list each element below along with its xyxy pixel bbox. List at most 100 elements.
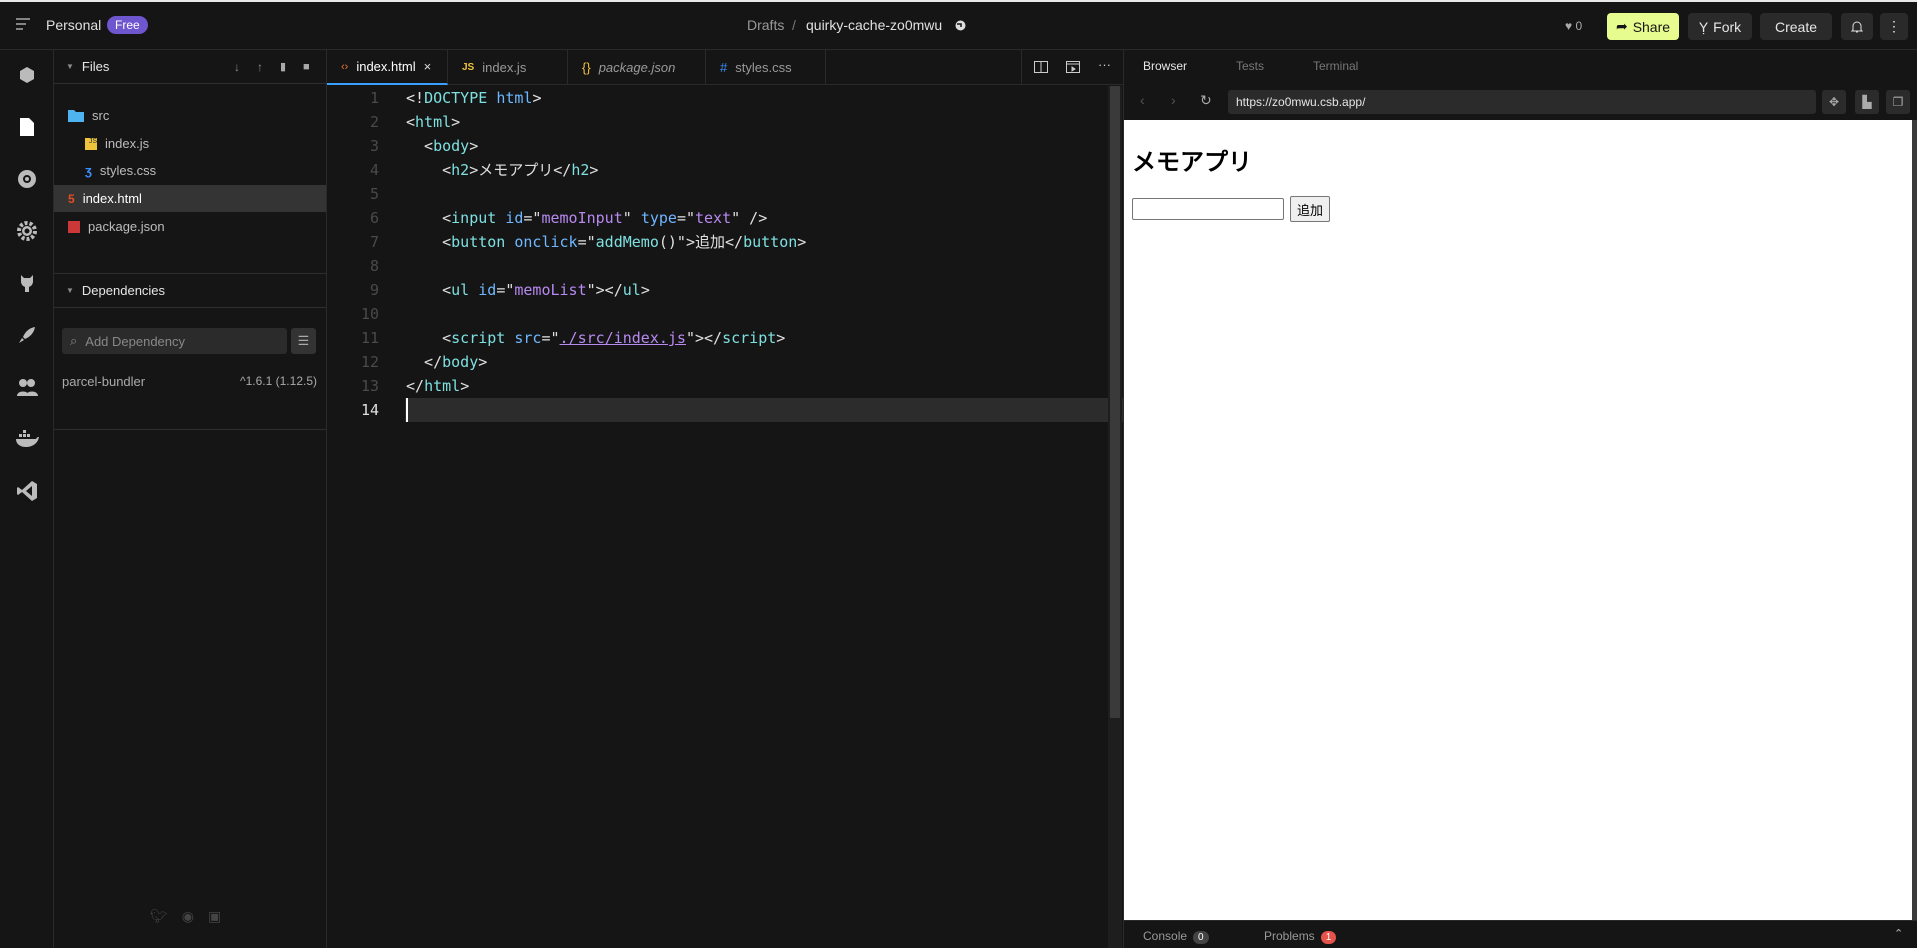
tab-terminal[interactable]: Terminal (1313, 59, 1358, 73)
text-cursor (406, 398, 408, 422)
tab-package-json[interactable]: {} package.json (568, 50, 706, 85)
search-icon[interactable] (14, 166, 40, 192)
editor-scrollbar[interactable] (1108, 86, 1122, 948)
collapse-icon: ▼ (66, 286, 74, 295)
code-line: <h2>メモアプリ</h2> (406, 161, 599, 179)
tab-tests[interactable]: Tests (1236, 59, 1264, 73)
tab-label: package.json (598, 60, 676, 75)
console-count: 0 (1193, 931, 1209, 944)
line-number: 6 (369, 209, 379, 227)
deploy-rocket-icon[interactable] (14, 322, 40, 348)
create-button[interactable]: Create (1760, 13, 1832, 40)
like-button[interactable]: ♥ 0 (1565, 19, 1582, 33)
breadcrumb-drafts[interactable]: Drafts (747, 17, 784, 33)
file-name: styles.css (99, 163, 157, 178)
share-label: Share (1632, 18, 1671, 35)
upload-icon[interactable]: ↑ (257, 60, 263, 74)
top-bar: Personal Free Drafts / quirky-cache-zo0m… (0, 2, 1917, 50)
problems-label: Problems (1264, 929, 1315, 943)
dependencies-section-header[interactable]: ▼ Dependencies (54, 274, 326, 308)
line-number: 4 (369, 161, 379, 179)
workspace-name[interactable]: Personal (46, 17, 101, 33)
file-name: index.js (105, 136, 150, 151)
collapse-icon: ▼ (66, 62, 74, 71)
css-file-icon: ʒ (85, 163, 92, 178)
heart-icon: ♥ (1565, 19, 1573, 33)
open-devtools-icon[interactable]: ▙ (1855, 90, 1879, 114)
console-label: Console (1143, 929, 1188, 943)
share-button[interactable]: ➦ Share (1607, 13, 1679, 40)
docker-icon[interactable] (14, 426, 40, 452)
file-index-html[interactable]: 5 index.html (54, 185, 326, 212)
discord-icon[interactable]: ▣ (208, 908, 221, 925)
tab-styles-css[interactable]: # styles.css (706, 50, 826, 85)
code-area[interactable]: 1 <!DOCTYPE html> 2 <html> 3 <body> 4 <h2>… (327, 86, 1123, 948)
refresh-icon[interactable]: ↻ (1200, 92, 1212, 109)
dependency-list-button[interactable]: ☰ (291, 328, 316, 354)
settings-gear-icon[interactable] (14, 218, 40, 244)
json-icon: {} (582, 60, 591, 75)
split-view-icon[interactable] (1034, 61, 1048, 76)
line-number: 5 (369, 185, 379, 203)
close-tab-icon[interactable]: × (424, 59, 432, 74)
tab-browser[interactable]: Browser (1143, 59, 1187, 73)
url-input[interactable]: https://zo0mwu.csb.app/ (1228, 90, 1816, 114)
sandbox-name[interactable]: quirky-cache-zo0mwu (806, 17, 942, 33)
npm-file-icon (68, 220, 80, 233)
file-explorer-icon[interactable] (14, 114, 40, 140)
code-line: <input id="memoInput" type="text" /> (406, 209, 768, 227)
new-folder-icon[interactable]: ■ (303, 61, 310, 73)
twitter-icon[interactable]: 🐦︎ (150, 908, 168, 925)
vscode-icon[interactable] (14, 478, 40, 504)
tab-label: index.js (482, 60, 527, 75)
code-line: </body> (406, 353, 488, 371)
file-name: index.html (82, 191, 142, 206)
line-number: 9 (369, 281, 379, 299)
preview-icon[interactable] (1066, 61, 1080, 76)
file-package-json[interactable]: package.json (54, 213, 326, 240)
activity-bar (0, 50, 54, 948)
console-tab[interactable]: Console 0 (1143, 929, 1209, 944)
github-icon[interactable] (14, 270, 40, 296)
dependency-item[interactable]: parcel-bundler ^1.6.1 (1.12.5) (62, 374, 317, 389)
forward-icon[interactable]: › (1171, 92, 1176, 108)
file-styles-css[interactable]: ʒ styles.css (54, 157, 326, 184)
github-icon[interactable]: ◉ (182, 908, 194, 925)
line-number: 3 (369, 137, 379, 155)
sandbox-info-icon[interactable] (14, 62, 40, 88)
download-icon[interactable]: ↓ (234, 60, 240, 74)
memo-input[interactable] (1132, 198, 1284, 220)
back-icon[interactable]: ‹ (1140, 92, 1145, 108)
new-file-icon[interactable]: ▮ (280, 60, 286, 73)
folder-src[interactable]: src (54, 102, 326, 129)
more-icon[interactable]: ··· (1098, 57, 1111, 72)
menu-icon[interactable] (16, 18, 30, 33)
more-menu-button[interactable]: ⋮ (1880, 13, 1908, 40)
responsive-view-icon[interactable]: ✥ (1822, 90, 1846, 114)
editor-tabs: ‹› index.html × JS index.js {} package.json … (327, 50, 1123, 85)
file-index-js[interactable]: JS index.js (54, 130, 326, 157)
code-editor: ‹› index.html × JS index.js {} package.json … (327, 50, 1123, 948)
tab-index-js[interactable]: JS index.js (448, 50, 568, 85)
line-number: 10 (360, 305, 379, 323)
line-number: 12 (360, 353, 379, 371)
fork-icon: Ỵ (1698, 18, 1709, 35)
add-memo-button[interactable]: 追加 (1290, 196, 1331, 222)
code-line: <ul id="memoList"></ul> (406, 281, 650, 299)
share-icon: ➦ (1615, 18, 1628, 34)
open-new-window-icon[interactable]: ❐ (1886, 90, 1910, 114)
line-number: 11 (360, 329, 379, 347)
file-name: src (92, 108, 110, 123)
problems-tab[interactable]: Problems 1 (1264, 929, 1337, 944)
fork-button[interactable]: Ỵ Fork (1688, 13, 1752, 40)
tab-index-html[interactable]: ‹› index.html × (327, 50, 448, 85)
line-number: 13 (360, 377, 379, 395)
files-section-header[interactable]: ▼ Files ↓ ↑ ▮ ■ (54, 50, 326, 84)
expand-panel-icon[interactable]: ⌃ (1894, 927, 1903, 940)
notifications-button[interactable] (1841, 13, 1873, 40)
preview-scrollbar[interactable] (1912, 120, 1917, 920)
add-dependency-input[interactable]: ⌕ Add Dependency (62, 328, 287, 354)
html-tag-icon: ‹› (341, 60, 349, 73)
live-users-icon[interactable] (14, 374, 40, 400)
tab-label: styles.css (735, 60, 792, 75)
